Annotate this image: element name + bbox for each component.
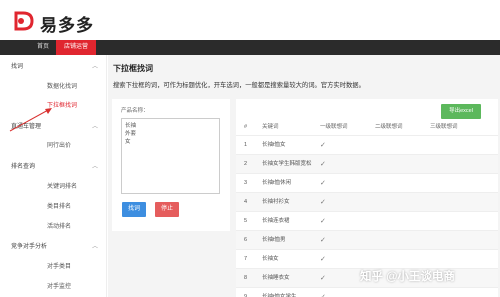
brand-name: 易多多 [40,16,94,35]
sidebar-item-competitor-monitor[interactable]: 对手监控 [0,280,107,294]
table-row: 5 长袖连衣裙 ✓ [236,211,498,230]
check-icon: ✓ [320,256,326,263]
row-index: 4 [244,199,248,205]
column-header-keyword: 关键词 [262,124,279,130]
sidebar-group-competitor[interactable]: 竞争对手分析 ︿ [0,240,107,254]
row-keyword: 长袖女 [262,256,279,262]
check-icon: ✓ [320,142,326,149]
search-form-panel: 产品名称： 长袖 外套 女 找词 停止 [112,99,230,231]
row-keyword: 长袖t恤女学生 [262,294,297,297]
check-icon: ✓ [320,237,326,244]
sidebar-item-activity-rank[interactable]: 活动排名 [0,220,107,234]
product-name-textarea[interactable]: 长袖 外套 女 [121,118,220,194]
chevron-up-icon: ︿ [91,124,98,130]
table-row: 2 长袖女学生韩版宽松 ✓ [236,154,498,173]
row-index: 6 [244,237,248,243]
sidebar-group-label: 找词 [11,64,24,70]
chevron-up-icon: ︿ [91,244,98,250]
export-excel-button[interactable]: 导出excel [441,104,481,119]
page-description: 搜索下拉框的词，可作为标题优化，开车选词，一般都是搜索量较大的词。官方实时数据。 [113,82,365,89]
row-keyword: 长袖t恤休闲 [262,180,292,186]
nav-home[interactable]: 首页 [28,40,58,55]
column-header-level1: 一级联想词 [320,124,348,130]
check-icon: ✓ [320,275,326,282]
sidebar-group-label: 竞争对手分析 [11,244,48,250]
row-keyword: 长袖连衣裙 [262,218,290,224]
sidebar: 找词 ︿ 数据化找词 下拉框找词 直通车管理 ︿ 同行出价 排名查询 ︿ 关键词… [0,55,107,297]
check-icon: ✓ [320,199,326,206]
check-icon: ✓ [320,180,326,187]
row-index: 2 [244,161,248,167]
row-keyword: 长袖睡衣女 [262,275,290,281]
check-icon: ✓ [320,161,326,168]
sidebar-item-keyword-rank[interactable]: 关键词排名 [0,180,107,194]
sidebar-group-label: 排名查询 [11,164,36,170]
chevron-up-icon: ︿ [91,164,98,170]
table-row: 3 长袖t恤休闲 ✓ [236,173,498,192]
table-row: 9 长袖t恤女学生 ✓ [236,287,498,297]
product-name-label: 产品名称： [121,108,149,114]
watermark: 知乎 @小王谈电商 [360,271,455,283]
row-keyword: 长袖t恤男 [262,237,286,243]
main-content: 下拉框找词 搜索下拉框的词，可作为标题优化，开车选词，一般都是搜索量较大的词。官… [108,55,500,297]
row-index: 1 [244,142,248,148]
row-keyword: 长袖t恤女 [262,142,286,148]
table-row: 4 长袖衬衫女 ✓ [236,192,498,211]
main-nav: 首页 店铺运营 [0,40,500,55]
chevron-up-icon: ︿ [91,64,98,70]
table-row: 6 长袖t恤男 ✓ [236,230,498,249]
column-header-level2: 二级联想词 [375,124,403,130]
sidebar-item-data-find-words[interactable]: 数据化找词 [0,80,107,94]
sidebar-item-category-rank[interactable]: 类目排名 [0,200,107,214]
row-index: 7 [244,256,248,262]
row-index: 9 [244,294,248,297]
sidebar-group-rank[interactable]: 排名查询 ︿ [0,160,107,174]
check-icon: ✓ [320,218,326,225]
table-row: 1 长袖t恤女 ✓ [236,135,498,154]
column-header-level3: 三级联想词 [430,124,458,130]
row-index: 8 [244,275,248,281]
table-row: 7 长袖女 ✓ [236,249,498,268]
column-header-index: # [244,124,248,130]
find-words-button[interactable]: 找词 [122,202,146,217]
sidebar-item-peer-bid[interactable]: 同行出价 [0,139,107,153]
top-bar: 易多多 [0,0,500,40]
sidebar-item-competitor-category[interactable]: 对手类目 [0,260,107,274]
page-title: 下拉框找词 [113,64,153,73]
row-index: 5 [244,218,248,224]
row-index: 3 [244,180,248,186]
nav-store-ops[interactable]: 店铺运营 [56,40,96,55]
check-icon: ✓ [320,288,326,297]
row-keyword: 长袖衬衫女 [262,199,290,205]
brand-logo-icon [14,11,34,31]
sidebar-group-find-words[interactable]: 找词 ︿ [0,60,107,74]
annotation-arrow-icon [9,108,52,132]
stop-button[interactable]: 停止 [155,202,179,217]
row-keyword: 长袖女学生韩版宽松 [262,161,312,167]
